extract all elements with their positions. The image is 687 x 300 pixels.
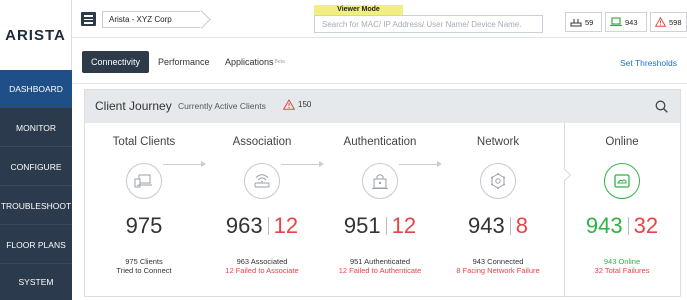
lock-icon	[362, 163, 398, 199]
sidebar: ARISTA DASHBOARD MONITOR CONFIGURE TROUB…	[0, 0, 72, 300]
clients-icon	[126, 163, 162, 199]
access-points-stat[interactable]: 59	[565, 12, 602, 32]
online-icon	[604, 163, 640, 199]
stage-success-text: 943 Online	[603, 257, 641, 266]
tabs-row: Connectivity Performance Applications Bet…	[72, 38, 687, 84]
stage-count: 943	[468, 213, 505, 238]
sidebar-item-system[interactable]: SYSTEM	[0, 263, 72, 300]
sidebar-item-troubleshoot[interactable]: TROUBLESHOOT	[0, 187, 72, 225]
tab-connectivity[interactable]: Connectivity	[82, 51, 150, 73]
stage-fail-count: 8	[515, 213, 528, 238]
stage-fail-text: 12 Failed to Associate	[225, 266, 299, 275]
stage-fail-text: 32 Total Failures	[594, 266, 650, 275]
alert-icon	[655, 17, 666, 27]
viewer-mode-badge: Viewer Mode	[314, 5, 403, 15]
beta-badge: Beta	[274, 59, 285, 65]
tab-applications[interactable]: Applications Beta	[225, 51, 285, 73]
panel-title: Client Journey	[95, 99, 172, 113]
stage-authentication[interactable]: Authentication 951 12 951 Authenticated 1…	[321, 123, 439, 298]
stage-title: Authentication	[343, 136, 417, 148]
stage-count: 943	[585, 213, 623, 238]
search-icon[interactable]	[655, 100, 668, 113]
logo-text: ARISTA	[5, 26, 66, 44]
router-icon	[244, 163, 280, 199]
laptop-icon	[610, 17, 622, 27]
search-input[interactable]	[314, 15, 543, 33]
stage-fail-count: 32	[633, 213, 659, 238]
org-selector[interactable]: Arista - XYZ Corp	[102, 11, 202, 28]
tab-performance[interactable]: Performance	[158, 51, 210, 73]
stage-title: Network	[476, 136, 520, 148]
sidebar-item-monitor[interactable]: MONITOR	[0, 109, 72, 147]
stage-network[interactable]: Network 943 8 943 Connected 8 Facing Netw…	[439, 123, 557, 298]
stage-title: Association	[232, 136, 292, 148]
top-bar: Arista - XYZ Corp Viewer Mode 59 943 598	[72, 0, 687, 38]
tab-applications-label: Applications	[225, 57, 274, 67]
stage-association[interactable]: Association 963 12 963 Associated 12 Fail…	[203, 123, 321, 298]
stage-counts: 951 12	[321, 213, 439, 239]
alerts-count: 598	[669, 17, 682, 27]
stage-fail-count: 12	[273, 213, 299, 238]
stage-success-text: 951 Authenticated	[349, 257, 411, 266]
sidebar-item-configure[interactable]: CONFIGURE	[0, 148, 72, 186]
stage-title: Online	[605, 136, 639, 148]
stage-success-text: 963 Associated	[236, 257, 288, 266]
set-thresholds-link[interactable]: Set Thresholds	[620, 58, 677, 68]
alerts-stat[interactable]: 598	[650, 12, 687, 32]
stage-counts: 943 32	[564, 213, 680, 239]
stage-total-clients[interactable]: Total Clients 975 975 Clients Tried to C…	[85, 123, 203, 298]
stage-detail-text: Tried to Connect	[116, 266, 172, 275]
brand-logo[interactable]: ARISTA	[0, 0, 72, 70]
stage-fail-text: 12 Failed to Authenticate	[338, 266, 422, 275]
stage-count: 951	[343, 213, 381, 238]
stage-fail-count: 12	[391, 213, 417, 238]
panel-header: Client Journey Currently Active Clients …	[85, 90, 680, 123]
access-point-icon	[570, 19, 582, 27]
stage-count: 975	[125, 213, 163, 238]
hamburger-menu-icon[interactable]	[81, 12, 96, 26]
stage-counts: 943 8	[439, 213, 557, 239]
stage-success-text: 943 Connected	[472, 257, 524, 266]
stage-success-text: 975 Clients	[125, 257, 163, 266]
sidebar-item-dashboard[interactable]: DASHBOARD	[0, 70, 72, 108]
access-points-count: 59	[585, 17, 594, 27]
warning-icon	[283, 99, 295, 110]
stage-title: Total Clients	[112, 136, 176, 148]
stage-counts: 963 12	[203, 213, 321, 239]
clients-stat[interactable]: 943	[605, 12, 647, 32]
client-journey-panel: Client Journey Currently Active Clients …	[84, 89, 681, 297]
clients-count: 943	[625, 17, 638, 27]
network-icon	[480, 163, 516, 199]
alert-count: 150	[298, 100, 312, 109]
sidebar-item-floor-plans[interactable]: FLOOR PLANS	[0, 226, 72, 264]
stage-fail-text: 8 Facing Network Failure	[456, 266, 540, 275]
stage-count: 963	[225, 213, 263, 238]
active-alerts[interactable]: 150	[283, 99, 311, 110]
stage-online[interactable]: Online 943 32 943 Online 32 Total Failure…	[564, 123, 680, 298]
panel-subtitle: Currently Active Clients	[178, 101, 266, 111]
